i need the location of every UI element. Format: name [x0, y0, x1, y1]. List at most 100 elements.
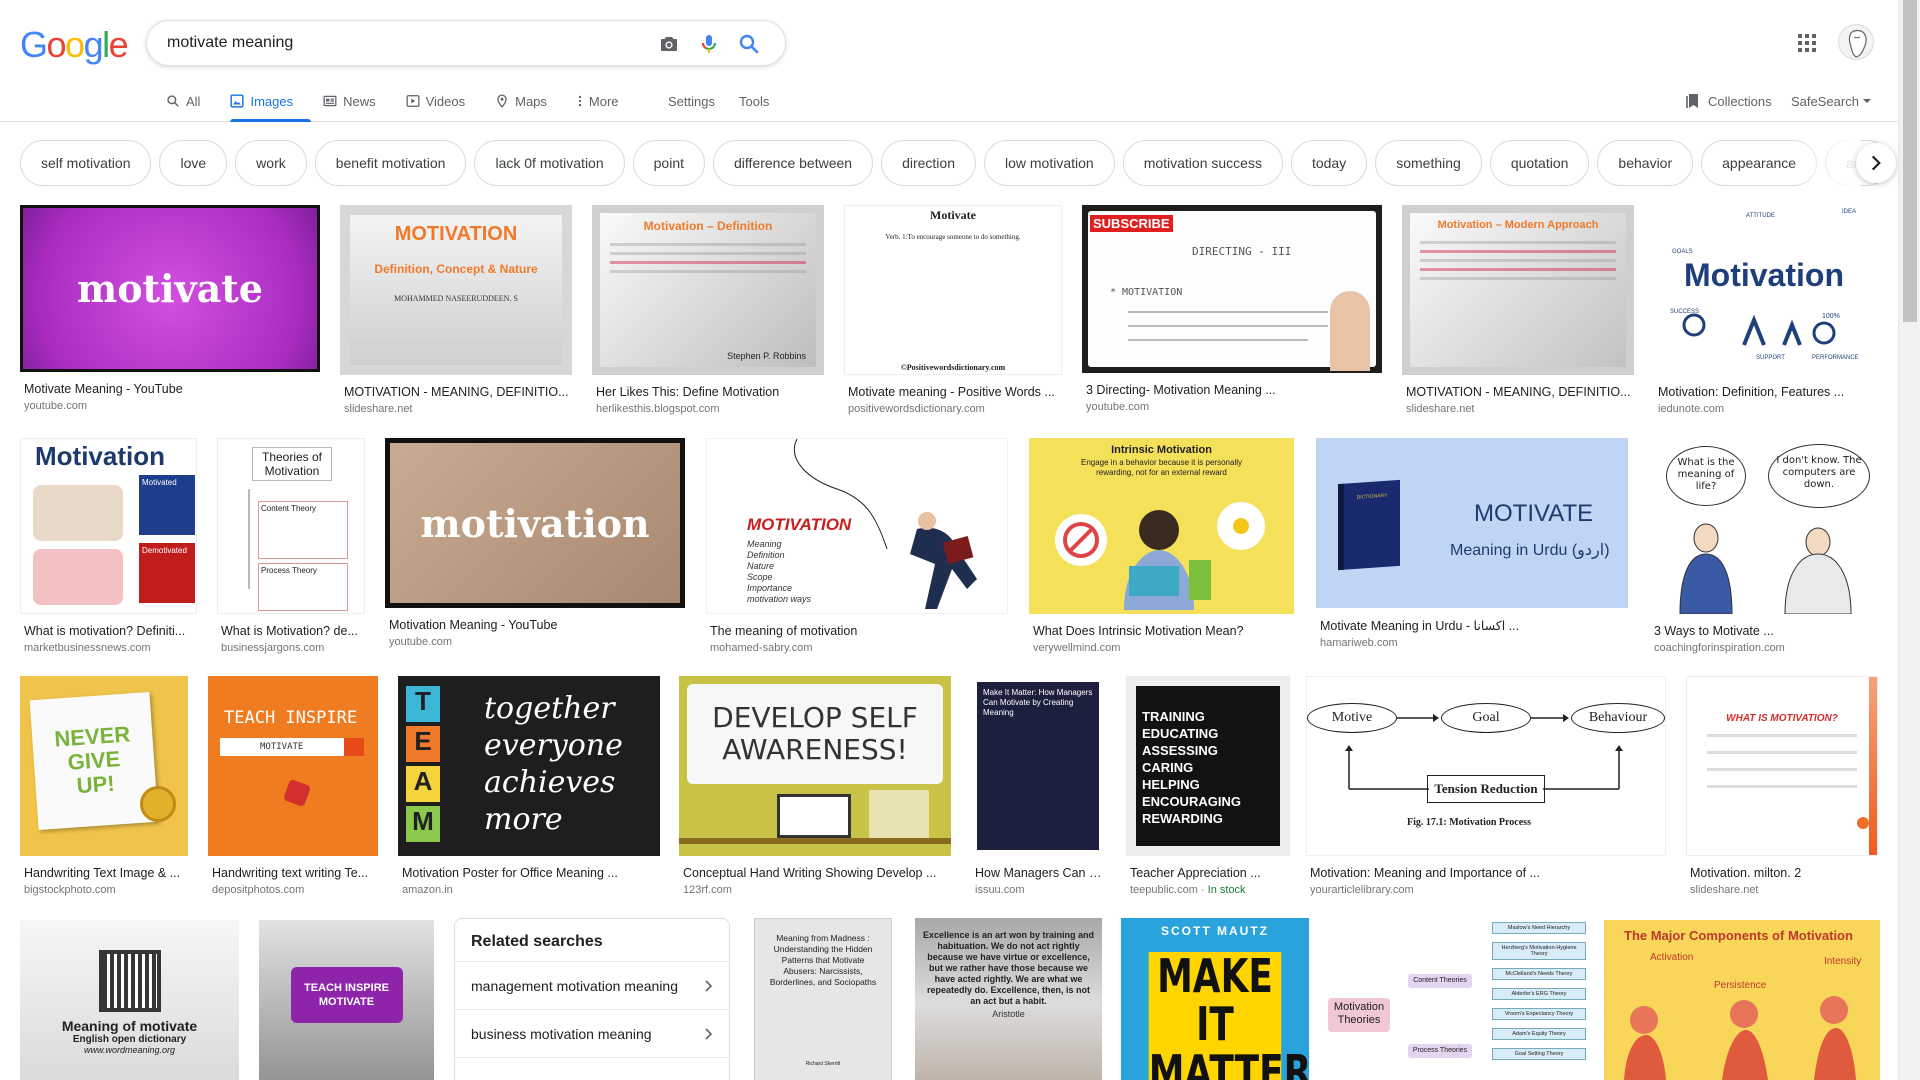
chip[interactable]: quotation: [1489, 140, 1590, 186]
image-thumbnail: Meaning from Madness : Understanding the…: [754, 918, 892, 1080]
image-result[interactable]: WHAT IS MOTIVATION? Motivation. milton. …: [1686, 676, 1878, 896]
chip[interactable]: self motivation: [20, 140, 152, 186]
image-result[interactable]: Motivation GOALS ATTITUDE IDEA SUCCESS S…: [1654, 205, 1880, 415]
image-thumbnail: DEVELOP SELF AWARENESS!: [679, 676, 951, 856]
tab-news[interactable]: News: [323, 86, 388, 122]
image-result[interactable]: Meaning of motivate English open diction…: [20, 920, 239, 1080]
image-result[interactable]: MOTIVATION Meaning Definition Nature Sco…: [706, 438, 1008, 654]
thumb-box: Tension Reduction: [1427, 775, 1545, 803]
avatar[interactable]: [1838, 24, 1874, 60]
image-result[interactable]: Intrinsic Motivation Engage in a behavio…: [1029, 438, 1294, 654]
thumb-word: more: [484, 802, 563, 837]
google-logo[interactable]: Google: [20, 24, 129, 66]
image-result[interactable]: motivate Motivate Meaning - YouTube yout…: [20, 205, 320, 412]
thumb-list-item: Maslow's Need Hierarchy: [1492, 922, 1586, 934]
camera-icon[interactable]: [657, 32, 681, 56]
image-result[interactable]: Motivation – Definition Stephen P. Robbi…: [592, 205, 824, 415]
image-result[interactable]: TEACH INSPIRE MOTIVATE Handwriting text …: [208, 676, 378, 896]
thumb-text: NEVER GIVE UP!: [53, 721, 131, 799]
image-result[interactable]: Motivation – Modern Approach MOTIVATION …: [1402, 205, 1634, 415]
image-thumbnail: What is the meaning of life? I don't kno…: [1650, 438, 1878, 614]
image-result[interactable]: Motivation Motivated Demotivated What is…: [20, 438, 197, 654]
related-search-item[interactable]: business motivation meaning: [455, 1009, 729, 1057]
image-result[interactable]: Motive Goal Behaviour Tension Reduction …: [1306, 676, 1666, 896]
image-result[interactable]: T E A M together everyone achieves more …: [398, 676, 660, 896]
result-title: Motivation. milton. 2: [1690, 866, 1802, 880]
result-source: depositphotos.com: [212, 884, 305, 896]
search-input[interactable]: [167, 31, 627, 55]
chip[interactable]: benefit motivation: [314, 140, 467, 186]
image-result[interactable]: Motivate Verb. 1:To encourage someone to…: [844, 205, 1062, 415]
related-searches-title: Related searches: [471, 933, 603, 950]
tab-more[interactable]: More: [577, 86, 631, 122]
tab-maps[interactable]: Maps: [495, 86, 559, 122]
image-result[interactable]: TEACH INSPIRE MOTIVATE: [259, 920, 434, 1080]
thumb-title: Motivate: [930, 208, 976, 222]
stock-status: In stock: [1207, 884, 1246, 896]
image-thumbnail: NEVER GIVE UP!: [20, 676, 188, 856]
tab-images[interactable]: Images: [230, 86, 311, 122]
apps-grid-icon[interactable]: [1795, 31, 1819, 55]
tab-videos[interactable]: Videos: [406, 86, 478, 122]
result-source: bigstockphoto.com: [24, 884, 116, 896]
related-chips: self motivation love work benefit motivatio…: [20, 140, 1878, 188]
chip[interactable]: difference between: [713, 140, 874, 186]
image-result[interactable]: TRAINING EDUCATING ASSESSING CARING HELP…: [1126, 676, 1290, 896]
image-result[interactable]: DEVELOP SELF AWARENESS! Conceptual Hand …: [679, 676, 951, 896]
image-result[interactable]: SCOTT MAUTZ MAKE IT MATTER: [1121, 918, 1309, 1080]
thumb-list-item: Goal Setting Theory: [1492, 1048, 1586, 1060]
chips-next-button[interactable]: [1856, 143, 1896, 183]
image-result[interactable]: The Major Components of Motivation Activ…: [1604, 920, 1880, 1080]
image-result[interactable]: Make It Matter: How Managers Can Motivat…: [971, 676, 1105, 896]
chip[interactable]: lack 0f motivation: [474, 140, 625, 186]
scrollbar-thumb[interactable]: [1903, 0, 1917, 322]
thumb-box-b: Demotivated: [139, 543, 195, 603]
image-thumbnail: TRAINING EDUCATING ASSESSING CARING HELP…: [1126, 676, 1290, 856]
result-title: 3 Directing- Motivation Meaning ...: [1086, 383, 1276, 397]
chip[interactable]: something: [1375, 140, 1482, 186]
image-result[interactable]: Meaning from Madness : Understanding the…: [754, 918, 892, 1080]
related-search-item[interactable]: management motivation meaning: [455, 961, 729, 1009]
result-title: Handwriting text writing Te...: [212, 866, 369, 880]
thumb-label: PERFORMANCE: [1812, 355, 1859, 361]
thumb-word: everyone: [484, 728, 623, 763]
tools-link[interactable]: Tools: [739, 86, 769, 122]
image-result[interactable]: DICTIONARY MOTIVATE Meaning in Urdu (ارد…: [1316, 438, 1628, 649]
image-result[interactable]: Excellence is an art won by training and…: [915, 918, 1102, 1080]
image-result[interactable]: MOTIVATION Definition, Concept & Nature …: [340, 205, 572, 415]
microphone-icon[interactable]: [697, 32, 721, 56]
chip[interactable]: motivation success: [1122, 140, 1283, 186]
result-title: Motivation Poster for Office Meaning ...: [402, 866, 618, 880]
image-result[interactable]: Motivation Theories Content Theories Pro…: [1328, 918, 1588, 1080]
image-result[interactable]: NEVER GIVE UP! Handwriting Text Image & …: [20, 676, 188, 896]
chip[interactable]: today: [1290, 140, 1368, 186]
image-thumbnail: WHAT IS MOTIVATION?: [1686, 676, 1878, 856]
related-searches-panel: Related searches management motivation m…: [454, 918, 730, 1080]
image-result[interactable]: SUBSCRIBE DIRECTING - III * MOTIVATION 3…: [1082, 205, 1382, 413]
image-result[interactable]: motivation Motivation Meaning - YouTube …: [385, 438, 685, 648]
result-title: Teacher Appreciation ...: [1130, 866, 1261, 880]
thumb-text: MAKE IT MATTER: [1148, 952, 1309, 1080]
result-source: businessjargons.com: [221, 642, 325, 654]
chip[interactable]: low motivation: [983, 140, 1115, 186]
tab-label: All: [186, 93, 201, 109]
safesearch-dropdown[interactable]: SafeSearch: [1791, 86, 1872, 116]
related-search-item[interactable]: [455, 1057, 729, 1077]
chip[interactable]: direction: [881, 140, 976, 186]
search-icon[interactable]: [737, 32, 761, 56]
collections-button[interactable]: Collections: [1686, 86, 1772, 116]
chip[interactable]: work: [235, 140, 307, 186]
settings-link[interactable]: Settings: [668, 86, 715, 122]
chip[interactable]: behavior: [1597, 140, 1694, 186]
chip[interactable]: love: [159, 140, 228, 186]
image-result[interactable]: Theories of Motivation Content Theory Pr…: [217, 438, 365, 654]
thumb-subtitle: English open dictionary: [72, 1034, 187, 1045]
thumb-list-item: ASSESSING: [1142, 743, 1218, 758]
page-scrollbar[interactable]: [1898, 0, 1920, 1080]
image-result[interactable]: What is the meaning of life? I don't kno…: [1650, 438, 1878, 654]
result-source: issuu.com: [975, 884, 1025, 896]
tab-all[interactable]: All: [166, 86, 212, 122]
thumb-list-item: ENCOURAGING: [1142, 794, 1241, 809]
chip[interactable]: point: [632, 140, 705, 186]
thumb-note: * MOTIVATION: [1110, 287, 1183, 298]
